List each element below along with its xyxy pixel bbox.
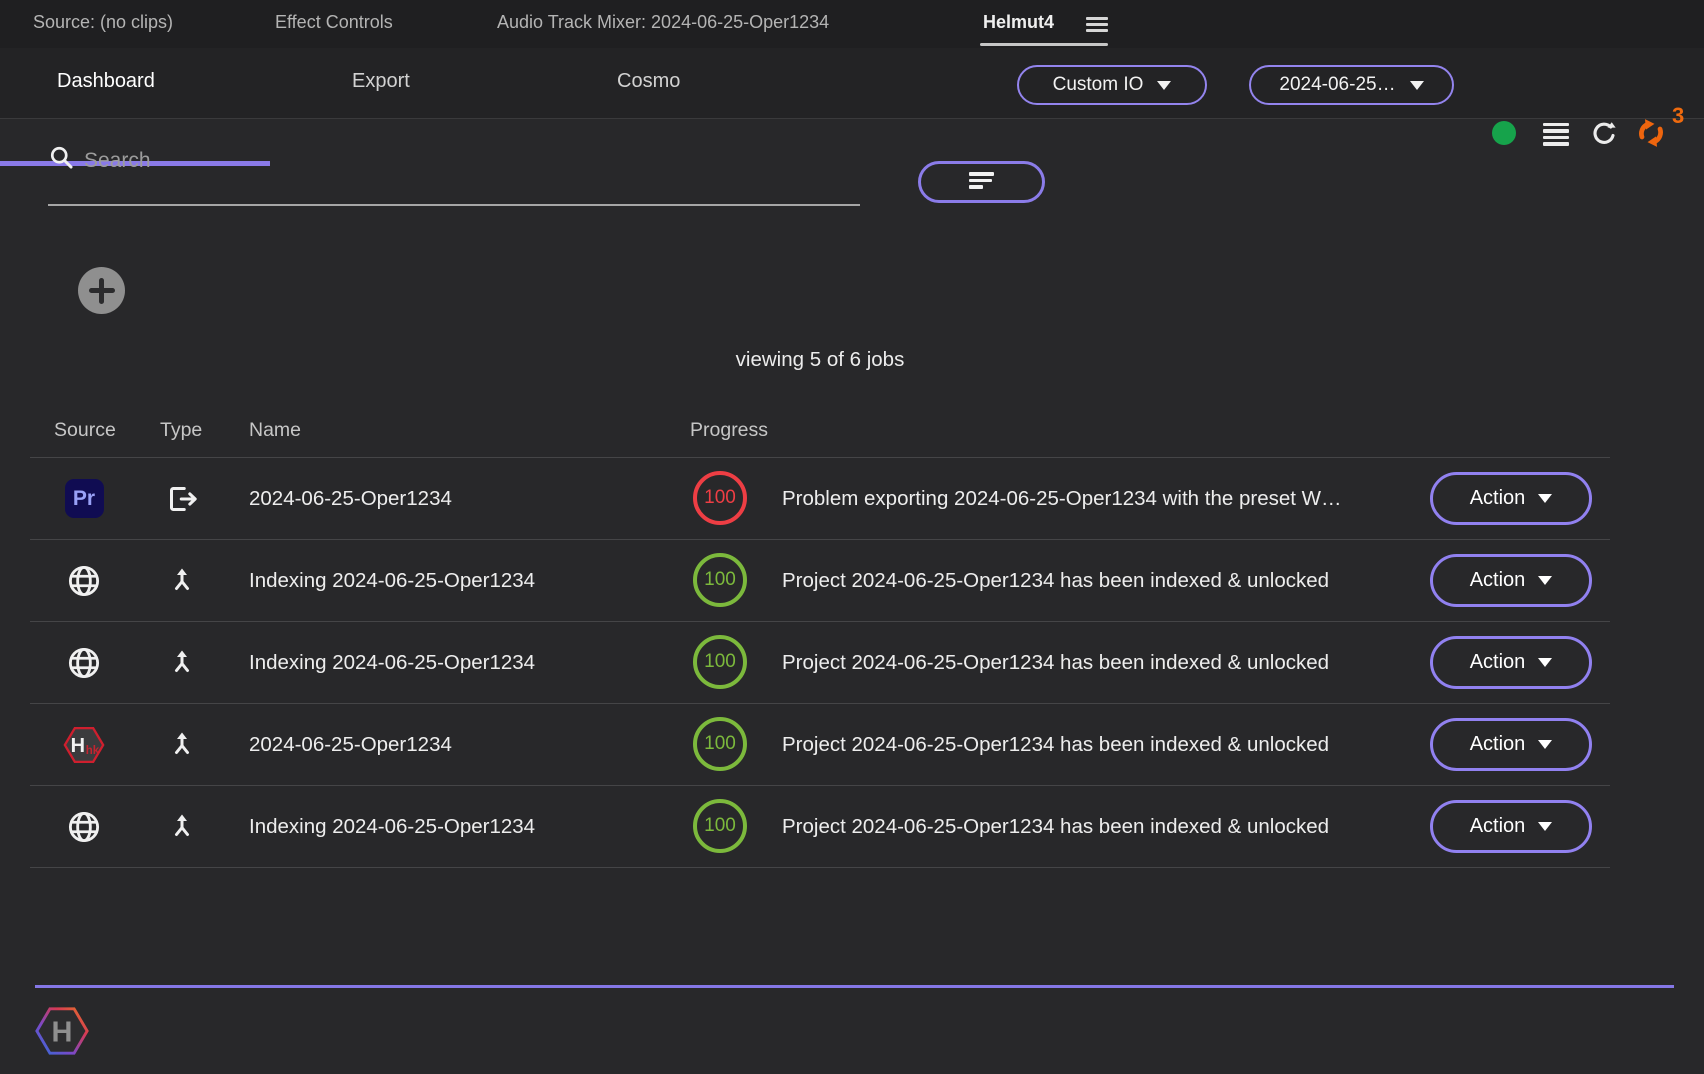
job-name: 2024-06-25-Oper1234: [249, 704, 452, 785]
tab-export[interactable]: Export: [352, 70, 410, 93]
action-label: Action: [1470, 733, 1526, 756]
active-tab-underline: [980, 43, 1108, 46]
footer-divider: [35, 985, 1674, 988]
table-row: Hhk 2024-06-25-Oper1234 100 Project 2024…: [30, 704, 1610, 786]
helmut-hk-icon: Hhk: [54, 704, 114, 785]
chevron-down-icon: [1538, 822, 1552, 831]
chevron-down-icon: [1538, 740, 1552, 749]
jobs-table: Pr 2024-06-25-Oper1234 100 Problem expor…: [30, 457, 1610, 868]
job-name: Indexing 2024-06-25-Oper1234: [249, 786, 535, 867]
table-row: Indexing 2024-06-25-Oper1234 100 Project…: [30, 622, 1610, 704]
premiere-icon: Pr: [54, 458, 114, 539]
helmut4-panel: Source: (no clips) Effect Controls Audio…: [0, 0, 1704, 1074]
io-profile-label: Custom IO: [1053, 74, 1144, 96]
job-name: 2024-06-25-Oper1234: [249, 458, 452, 539]
progress-indicator: 100: [693, 717, 747, 771]
action-label: Action: [1470, 651, 1526, 674]
action-dropdown-button[interactable]: Action: [1430, 800, 1592, 853]
action-label: Action: [1470, 487, 1526, 510]
job-status-message: Project 2024-06-25-Oper1234 has been ind…: [782, 704, 1329, 785]
action-label: Action: [1470, 815, 1526, 838]
merge-icon: [152, 704, 212, 785]
column-header-progress: Progress: [690, 419, 768, 442]
add-job-button[interactable]: [78, 267, 125, 314]
tab-cosmo[interactable]: Cosmo: [617, 70, 680, 93]
action-dropdown-button[interactable]: Action: [1430, 636, 1592, 689]
panel-tab-helmut4[interactable]: Helmut4: [983, 12, 1054, 33]
filter-button[interactable]: [918, 161, 1045, 203]
project-date-label: 2024-06-25…: [1279, 74, 1395, 96]
search-icon: [48, 144, 75, 171]
io-profile-dropdown[interactable]: Custom IO: [1017, 65, 1207, 105]
progress-indicator: 100: [693, 799, 747, 853]
chevron-down-icon: [1538, 658, 1552, 667]
globe-icon: [54, 540, 114, 621]
nav-bar: Dashboard Export Cosmo Custom IO 2024-06…: [0, 48, 1704, 119]
sync-count-badge: 3: [1672, 103, 1684, 129]
chevron-down-icon: [1410, 81, 1424, 90]
helmut-logo-icon: H: [33, 1002, 91, 1060]
svg-text:H: H: [52, 1017, 73, 1049]
column-header-type: Type: [160, 419, 202, 442]
globe-icon: [54, 786, 114, 867]
job-status-message: Project 2024-06-25-Oper1234 has been ind…: [782, 622, 1329, 703]
svg-text:hk: hk: [86, 745, 100, 757]
column-header-name: Name: [249, 419, 301, 442]
panel-tab-audio-track-mixer[interactable]: Audio Track Mixer: 2024-06-25-Oper1234: [497, 12, 829, 33]
sync-jobs-icon[interactable]: [1632, 114, 1670, 152]
globe-icon: [54, 622, 114, 703]
job-status-message: Project 2024-06-25-Oper1234 has been ind…: [782, 786, 1329, 867]
column-header-source: Source: [54, 419, 116, 442]
job-name: Indexing 2024-06-25-Oper1234: [249, 622, 535, 703]
panel-tab-bar: Source: (no clips) Effect Controls Audio…: [0, 0, 1704, 49]
chevron-down-icon: [1538, 494, 1552, 503]
table-row: Pr 2024-06-25-Oper1234 100 Problem expor…: [30, 458, 1610, 540]
svg-text:H: H: [71, 734, 85, 756]
table-row: Indexing 2024-06-25-Oper1234 100 Project…: [30, 540, 1610, 622]
progress-indicator: 100: [693, 553, 747, 607]
refresh-icon[interactable]: [1589, 119, 1619, 149]
panel-tab-source[interactable]: Source: (no clips): [33, 12, 173, 33]
search-underline: [48, 204, 860, 206]
job-status-message: Problem exporting 2024-06-25-Oper1234 wi…: [782, 458, 1342, 539]
filter-lines-icon: [969, 172, 994, 192]
chevron-down-icon: [1538, 576, 1552, 585]
search-input[interactable]: [82, 140, 864, 182]
action-dropdown-button[interactable]: Action: [1430, 554, 1592, 607]
progress-indicator: 100: [693, 471, 747, 525]
action-dropdown-button[interactable]: Action: [1430, 472, 1592, 525]
table-row: Indexing 2024-06-25-Oper1234 100 Project…: [30, 786, 1610, 868]
merge-icon: [152, 786, 212, 867]
merge-icon: [152, 622, 212, 703]
panel-menu-icon[interactable]: [1086, 17, 1108, 36]
progress-indicator: 100: [693, 635, 747, 689]
connection-status-dot: [1492, 121, 1516, 145]
merge-icon: [152, 540, 212, 621]
action-label: Action: [1470, 569, 1526, 592]
export-icon: [152, 458, 212, 539]
panel-tab-effect-controls[interactable]: Effect Controls: [275, 12, 393, 33]
log-list-icon[interactable]: [1543, 123, 1569, 149]
job-name: Indexing 2024-06-25-Oper1234: [249, 540, 535, 621]
action-dropdown-button[interactable]: Action: [1430, 718, 1592, 771]
job-status-message: Project 2024-06-25-Oper1234 has been ind…: [782, 540, 1329, 621]
tab-dashboard[interactable]: Dashboard: [57, 70, 155, 93]
jobs-summary: viewing 5 of 6 jobs: [30, 348, 1610, 372]
chevron-down-icon: [1157, 81, 1171, 90]
project-date-dropdown[interactable]: 2024-06-25…: [1249, 65, 1454, 105]
